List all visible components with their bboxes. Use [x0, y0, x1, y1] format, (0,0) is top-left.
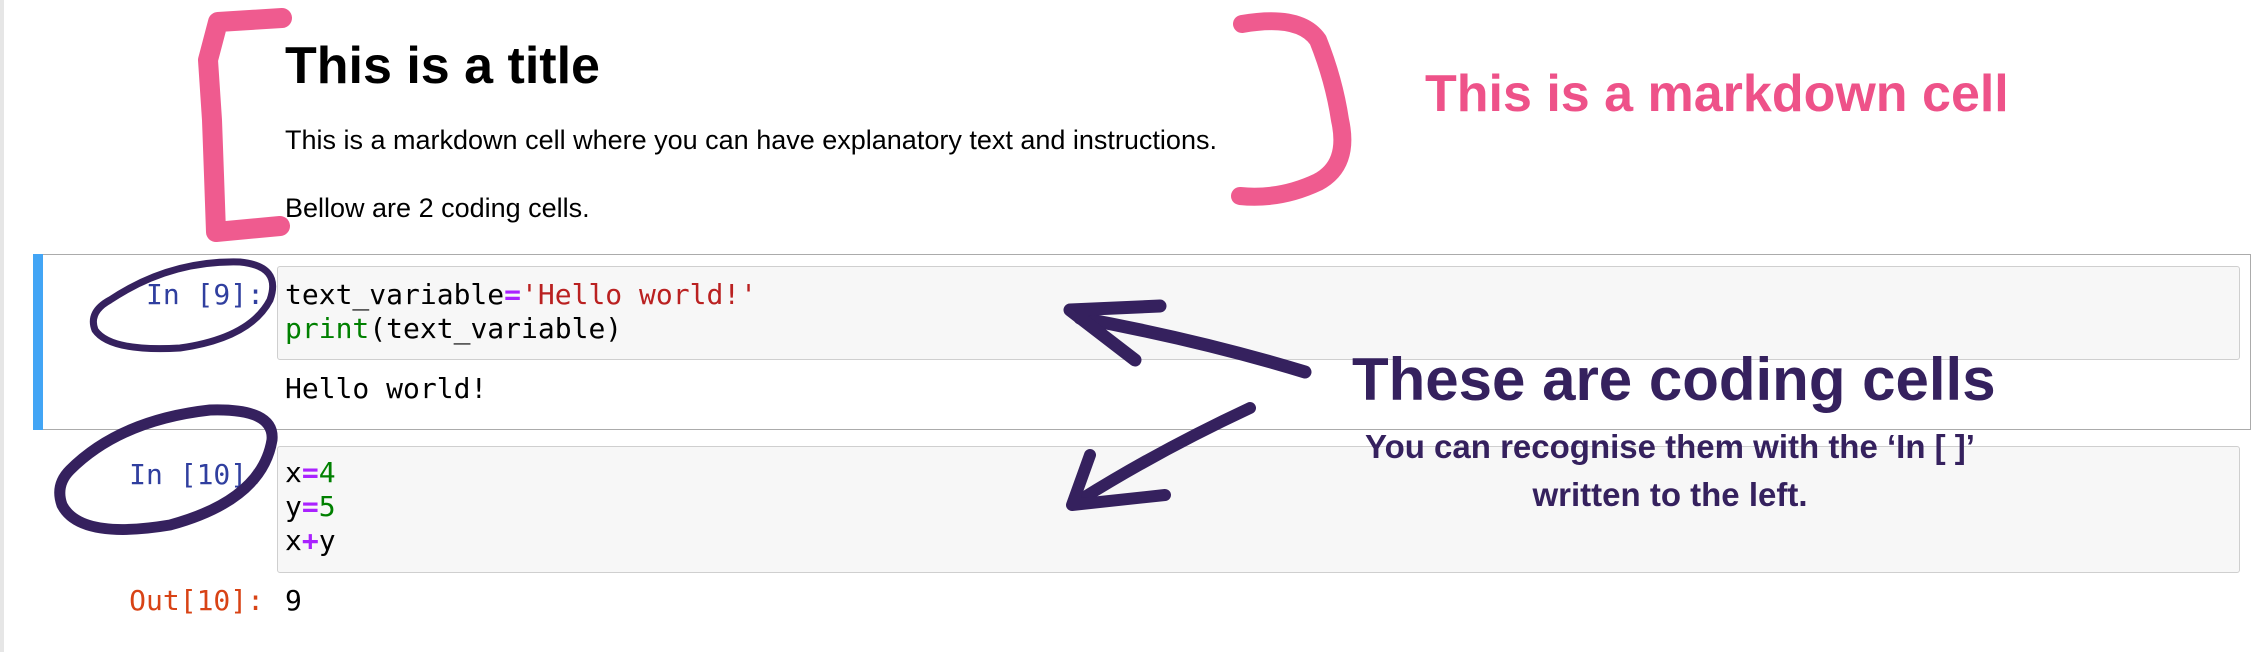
code-token: 'Hello world!' [521, 278, 758, 311]
markdown-paragraph: This is a markdown cell where you can ha… [285, 125, 1217, 155]
code-editor[interactable]: text_variable='Hello world!' print(text_… [285, 278, 757, 346]
input-prompt: In [10]: [129, 458, 264, 491]
markdown-cell-annotation: This is a markdown cell [1425, 65, 2009, 123]
left-gutter-rule [0, 0, 4, 652]
coding-cells-annotation-subtitle: You can recognise them with the ‘In [ ]’… [1365, 428, 1975, 513]
code-editor[interactable]: x=4 y=5 x+y [285, 456, 336, 558]
code-token: = [504, 278, 522, 311]
code-token: x [285, 524, 302, 557]
code-token: x [285, 456, 302, 489]
cell-output: 9 [285, 584, 302, 617]
markdown-title: This is a title [285, 37, 600, 95]
code-token: text_variable [285, 278, 505, 311]
notebook-page: This is a title This is a markdown cell … [0, 0, 2268, 652]
code-token: print [285, 312, 370, 345]
markdown-paragraph: Bellow are 2 coding cells. [285, 193, 590, 223]
code-token: = [301, 456, 319, 489]
pink-right-bracket-icon [1231, 12, 1352, 206]
input-prompt: In [9]: [145, 278, 264, 311]
code-token: y [285, 490, 302, 523]
coding-cells-annotation-title: These are coding cells [1352, 346, 1996, 413]
code-token: y [318, 524, 336, 557]
code-token: 5 [318, 490, 336, 523]
code-token: (text_variable) [369, 312, 623, 345]
pink-left-bracket-icon [198, 8, 292, 242]
output-prompt: Out[10]: [129, 584, 264, 617]
cell-output: Hello world! [285, 372, 488, 405]
selected-cell-indicator [33, 254, 43, 430]
code-token: 4 [318, 456, 336, 489]
code-token: = [301, 490, 319, 523]
code-token: + [301, 524, 319, 557]
